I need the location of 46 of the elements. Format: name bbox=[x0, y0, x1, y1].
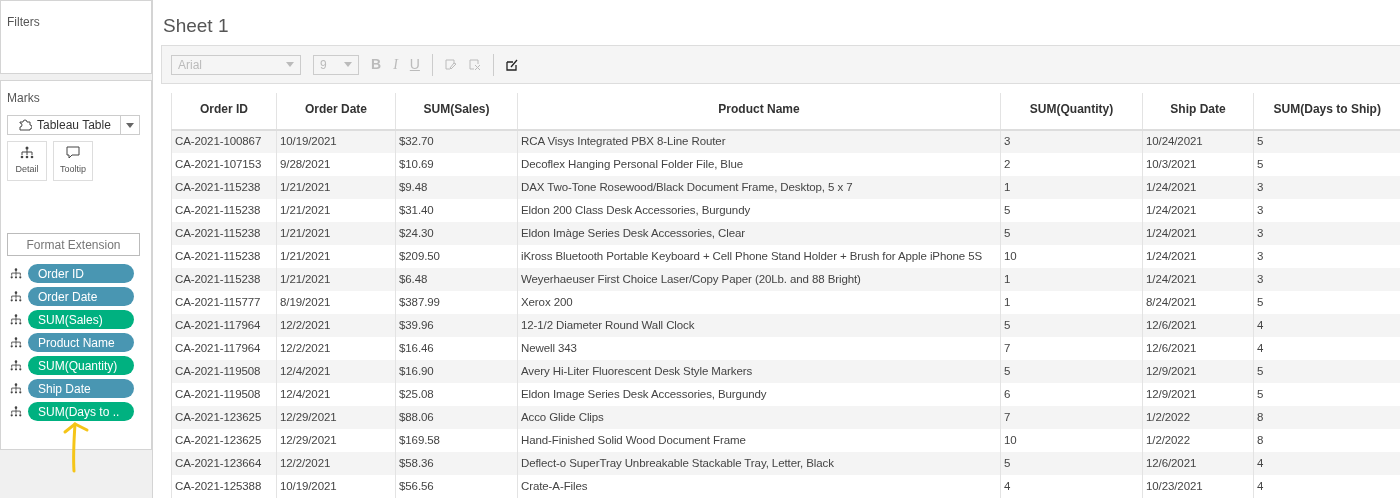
field-pill[interactable]: Ship Date bbox=[28, 379, 134, 398]
clear-format-icon[interactable] bbox=[468, 58, 481, 71]
column-header: SUM(Sales) bbox=[395, 93, 518, 130]
mark-type-dropdown[interactable]: Tableau Table bbox=[7, 115, 140, 135]
dropdown-caret-icon bbox=[126, 122, 134, 128]
apply-icon[interactable] bbox=[505, 58, 518, 71]
table-cell: 4 bbox=[1000, 475, 1143, 498]
detail-icon bbox=[10, 405, 22, 418]
detail-icon bbox=[10, 382, 22, 395]
tooltip-card[interactable]: Tooltip bbox=[53, 141, 93, 181]
column-header: SUM(Days to Ship) bbox=[1253, 93, 1400, 130]
detail-icon bbox=[10, 313, 22, 326]
table-cell: $56.56 bbox=[395, 475, 518, 498]
format-extension-button[interactable]: Format Extension bbox=[7, 233, 140, 256]
sheet-title: Sheet 1 bbox=[162, 14, 230, 38]
detail-icon bbox=[10, 336, 22, 349]
field-pill[interactable]: SUM(Sales) bbox=[28, 310, 134, 329]
panel-title: Marks bbox=[7, 90, 41, 107]
detail-card[interactable]: Detail bbox=[7, 141, 47, 181]
field-pill[interactable]: SUM(Quantity) bbox=[28, 356, 134, 375]
field-pill[interactable]: Product Name bbox=[28, 333, 134, 352]
dropdown-value: Tableau Table bbox=[37, 117, 112, 134]
field-pill[interactable]: Order ID bbox=[28, 264, 134, 283]
table-cell: 10/19/2021 bbox=[276, 475, 396, 498]
table-cell: Crate-A-Files bbox=[517, 475, 1001, 498]
field-pill[interactable]: Order Date bbox=[28, 287, 134, 306]
speech-bubble-icon bbox=[66, 145, 80, 159]
column-header: Product Name bbox=[517, 93, 1001, 130]
table-cell: 10/23/2021 bbox=[1142, 475, 1254, 498]
panel-title: Filters bbox=[7, 15, 40, 29]
detail-icon bbox=[10, 267, 22, 280]
column-header: SUM(Quantity) bbox=[1000, 93, 1143, 130]
column-header: Ship Date bbox=[1142, 93, 1254, 130]
field-pill[interactable]: SUM(Days to .. bbox=[28, 402, 134, 421]
detail-icon bbox=[10, 290, 22, 303]
arrow-annotation bbox=[61, 421, 91, 473]
column-header: Order ID bbox=[171, 93, 277, 130]
detail-icon bbox=[20, 145, 34, 159]
dropdown-caret-icon bbox=[344, 62, 352, 68]
column-header: Order Date bbox=[276, 93, 396, 130]
edit-icon[interactable] bbox=[444, 58, 457, 71]
shape-icon bbox=[18, 119, 32, 131]
detail-icon bbox=[10, 359, 22, 372]
table-cell: 4 bbox=[1253, 475, 1400, 498]
table-cell: CA-2021-125388 bbox=[171, 475, 277, 498]
dropdown-caret-icon bbox=[286, 62, 294, 68]
